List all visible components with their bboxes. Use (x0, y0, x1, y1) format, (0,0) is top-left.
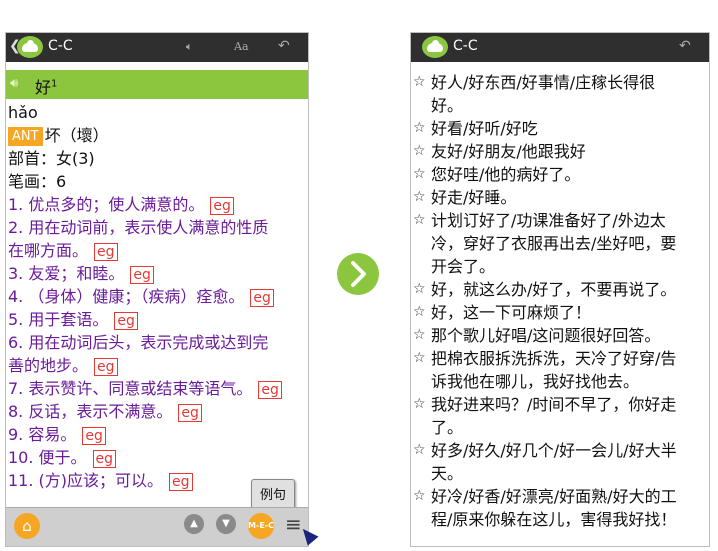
left-screen: ❮ C-C 🔈︎ Aa ↶ 🔊︎ 好1 hǎo ANT 坏（壞） 部首：女(3) … (5, 32, 309, 547)
example-item[interactable]: ☆ 好，就这么办/好了，不要再说了。 (413, 278, 705, 301)
eg-button[interactable]: eg (250, 288, 274, 307)
example-list: ☆ 好人/好东西/好事情/庄稼长得很 好。 ☆ 好看/好听/好吃 ☆ 友好/好朋友/他跟… (413, 71, 705, 531)
star-icon: ☆ (413, 166, 426, 182)
example-item[interactable]: ☆ 好人/好东西/好事情/庄稼长得很 好。 (413, 71, 705, 117)
pinyin: hǎo (8, 103, 38, 122)
scroll-down-icon[interactable]: ▼ (216, 514, 236, 534)
antonym-row: ANT 坏（壞） (8, 124, 308, 147)
star-icon: ☆ (413, 304, 426, 320)
star-icon: ☆ (413, 189, 426, 205)
eg-button[interactable]: eg (258, 380, 282, 399)
example-item[interactable]: ☆ 好多/好久/好几个/好一会儿/好大半 天。 (413, 439, 705, 485)
eg-button[interactable]: eg (114, 311, 138, 330)
sense-item: 6. 用在动词后头，表示完成或达到完 善的地步。 eg (8, 333, 269, 376)
top-bar: ❮ C-C 🔈︎ Aa ↶ (6, 33, 308, 62)
top-bar: C-C ↶ (411, 33, 709, 62)
sense-item: 4. （身体）健康；（疾病）痊愈。 eg (8, 285, 308, 308)
headword: 好1 (35, 78, 58, 97)
app-logo (422, 36, 448, 58)
star-icon: ☆ (413, 212, 426, 228)
example-item[interactable]: ☆ 那个歌儿好唱/这问题很好回答。 (413, 324, 705, 347)
star-icon: ☆ (413, 488, 426, 504)
eg-button[interactable]: eg (178, 403, 202, 422)
example-item[interactable]: ☆ 好走/好睡。 (413, 186, 705, 209)
star-icon: ☆ (413, 396, 426, 412)
bottom-bar: ⌂ ▲ ▼ M-E-C ≡ (6, 507, 308, 546)
star-icon: ☆ (413, 350, 426, 366)
strokes: 笔画：6 (8, 172, 67, 191)
mec-button[interactable]: M-E-C (248, 513, 274, 539)
font-size-icon[interactable]: Aa (234, 40, 249, 53)
sense-item: 3. 友爱；和睦。 eg (8, 262, 308, 285)
next-arrow-icon (337, 253, 379, 295)
example-item[interactable]: ☆ 好看/好听/好吃 (413, 117, 705, 140)
undo-icon[interactable]: ↶ (278, 38, 290, 54)
sense-item: 5. 用于套语。 eg (8, 308, 308, 331)
speaker-icon[interactable]: 🔊︎ (10, 76, 18, 91)
sense-item: 7. 表示赞许、同意或结束等语气。 eg (8, 377, 308, 400)
eg-button[interactable]: eg (94, 242, 118, 261)
eg-button[interactable]: eg (92, 449, 117, 468)
eg-button[interactable]: eg (94, 357, 118, 376)
headword-bar: 🔊︎ 好1 (6, 70, 308, 99)
undo-icon[interactable]: ↶ (679, 38, 691, 54)
right-screen: C-C ↶ ☆ 好人/好东西/好事情/庄稼长得很 好。 ☆ 好看/好听/好吃 ☆ 友好/… (410, 32, 710, 547)
star-icon: ☆ (413, 143, 426, 159)
app-logo (17, 36, 43, 58)
entry-content: hǎo ANT 坏（壞） 部首：女(3) 笔画：6 1. 优点多的；使人满意的。 e… (8, 101, 308, 492)
example-item[interactable]: ☆ 我好进来吗？/时间不早了，你好走 了。 (413, 393, 705, 439)
example-item[interactable]: ☆ 您好哇/他的病好了。 (413, 163, 705, 186)
radical: 部首：女(3) (8, 149, 95, 168)
star-icon: ☆ (413, 442, 426, 458)
home-icon[interactable]: ⌂ (14, 513, 40, 539)
example-item[interactable]: ☆ 把棉衣服拆洗拆洗，天冷了好穿/告 诉我他在哪儿，我好找他去。 (413, 347, 705, 393)
antonym: 坏（壞） (44, 126, 109, 145)
ant-badge[interactable]: ANT (8, 127, 43, 146)
eg-button[interactable]: eg (82, 426, 106, 445)
star-icon: ☆ (413, 74, 426, 90)
sense-item: 1. 优点多的；使人满意的。 eg (8, 193, 308, 216)
sense-item: 10. 便于。 eg (8, 446, 308, 469)
sense-item: 9. 容易。 eg (8, 423, 308, 446)
star-icon: ☆ (413, 327, 426, 343)
app-title: C-C (48, 38, 73, 54)
eg-button[interactable]: eg (169, 472, 193, 491)
star-icon: ☆ (413, 120, 426, 136)
app-title: C-C (453, 38, 478, 54)
star-icon: ☆ (413, 281, 426, 297)
example-item[interactable]: ☆ 友好/好朋友/他跟我好 (413, 140, 705, 163)
scroll-up-icon[interactable]: ▲ (184, 514, 204, 534)
volume-icon[interactable]: 🔈︎ (186, 40, 193, 54)
example-item[interactable]: ☆ 计划订好了/功课准备好了/外边太 冷，穿好了衣服再出去/坐好吧，要 开会了。 (413, 209, 705, 278)
eg-button[interactable]: eg (210, 196, 234, 215)
sense-item: 8. 反话，表示不满意。 eg (8, 400, 308, 423)
eg-button[interactable]: eg (130, 265, 154, 284)
example-item[interactable]: ☆ 好冷/好香/好漂亮/好面熟/好大的工 程/原来你躲在这儿，害得我好找！ (413, 485, 705, 531)
sense-item: 2. 用在动词前，表示使人满意的性质 在哪方面。 eg (8, 218, 269, 261)
example-item[interactable]: ☆ 好，这一下可麻烦了！ (413, 301, 705, 324)
